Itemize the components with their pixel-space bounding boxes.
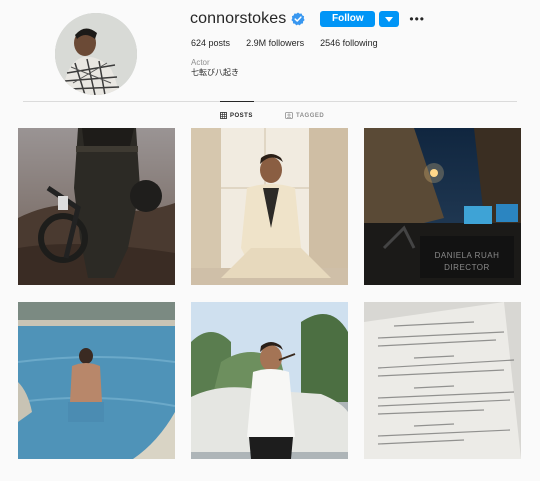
post-thumbnail[interactable] bbox=[18, 128, 175, 285]
sign-line1: DANIELA RUAH bbox=[435, 251, 500, 260]
sign-line2: DIRECTOR bbox=[444, 263, 490, 272]
profile-tabs: POSTS TAGGED bbox=[0, 112, 540, 124]
profile-header: connorstokes Follow ••• 624 posts 2.9M f… bbox=[0, 0, 540, 100]
post-image bbox=[18, 128, 175, 285]
post-image bbox=[364, 302, 521, 459]
tabs-divider bbox=[23, 101, 517, 102]
active-tab-indicator bbox=[220, 101, 254, 102]
avatar-image bbox=[55, 13, 137, 95]
posts-label: posts bbox=[208, 38, 231, 48]
suggested-dropdown-button[interactable] bbox=[379, 11, 400, 27]
tab-tagged-label: TAGGED bbox=[296, 112, 325, 119]
post-image: DANIELA RUAH DIRECTOR bbox=[364, 128, 521, 285]
tab-tagged[interactable]: TAGGED bbox=[285, 112, 324, 119]
post-image bbox=[18, 302, 175, 459]
caret-down-icon bbox=[385, 16, 394, 22]
posts-count: 624 bbox=[191, 38, 207, 48]
grid-icon bbox=[220, 112, 227, 119]
post-image bbox=[191, 128, 348, 285]
following-label: following bbox=[342, 38, 378, 48]
bio-text: 七転び八起き bbox=[191, 68, 239, 77]
followers-stat[interactable]: 2.9M followers bbox=[246, 38, 304, 48]
followers-label: followers bbox=[268, 38, 305, 48]
post-image bbox=[191, 302, 348, 459]
post-thumbnail[interactable] bbox=[18, 302, 175, 459]
tab-posts[interactable]: POSTS bbox=[220, 112, 253, 119]
post-thumbnail[interactable]: DANIELA RUAH DIRECTOR bbox=[364, 128, 521, 285]
username: connorstokes bbox=[190, 10, 287, 27]
post-thumbnail[interactable] bbox=[191, 128, 348, 285]
bio-title: Actor bbox=[191, 58, 210, 67]
avatar[interactable] bbox=[55, 13, 137, 95]
stats-row: 624 posts 2.9M followers 2546 following bbox=[191, 38, 394, 48]
verified-badge-icon bbox=[291, 12, 305, 26]
following-count: 2546 bbox=[320, 38, 341, 48]
post-thumbnail[interactable] bbox=[364, 302, 521, 459]
followers-count: 2.9M bbox=[246, 38, 267, 48]
tag-user-icon bbox=[285, 112, 293, 119]
tab-posts-label: POSTS bbox=[230, 112, 253, 119]
posts-stat: 624 posts bbox=[191, 38, 230, 48]
more-options-icon[interactable]: ••• bbox=[409, 13, 425, 25]
post-thumbnail[interactable] bbox=[191, 302, 348, 459]
following-stat[interactable]: 2546 following bbox=[320, 38, 378, 48]
follow-button[interactable]: Follow bbox=[320, 11, 376, 27]
username-row: connorstokes Follow ••• bbox=[190, 10, 425, 28]
